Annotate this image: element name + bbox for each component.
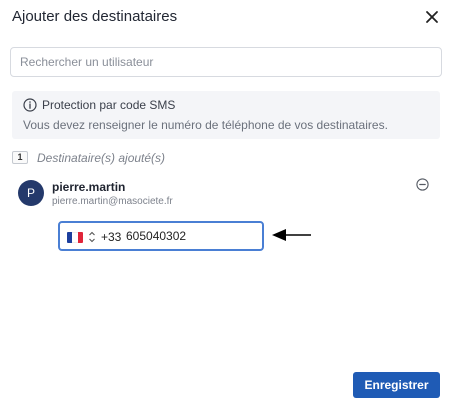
recipient-count-badge: 1 xyxy=(12,151,28,164)
phone-number-field[interactable]: +33 xyxy=(58,221,264,251)
avatar: P xyxy=(18,180,44,206)
minus-circle-icon[interactable] xyxy=(416,178,429,191)
chevron-updown-icon[interactable] xyxy=(88,230,96,244)
sms-protection-notice: Protection par code SMS Vous devez rense… xyxy=(12,91,440,139)
recipient-email: pierre.martin@masociete.fr xyxy=(52,196,173,207)
phone-number-input[interactable] xyxy=(126,227,256,245)
recipient-name: pierre.martin xyxy=(52,180,126,194)
search-user-input[interactable] xyxy=(10,47,442,77)
add-recipients-dialog: Ajouter des destinataires Protection par… xyxy=(0,0,454,407)
dial-code: +33 xyxy=(101,230,122,244)
notice-text: Vous devez renseigner le numéro de télép… xyxy=(23,118,388,132)
save-button[interactable]: Enregistrer xyxy=(353,372,440,398)
france-flag-icon[interactable] xyxy=(67,232,83,243)
notice-title: Protection par code SMS xyxy=(42,98,176,112)
recipient-count-label: Destinataire(s) ajouté(s) xyxy=(37,151,166,165)
close-icon[interactable] xyxy=(422,7,442,27)
left-arrow-icon xyxy=(272,229,311,241)
info-icon xyxy=(23,98,37,112)
dialog-title: Ajouter des destinataires xyxy=(12,8,178,25)
